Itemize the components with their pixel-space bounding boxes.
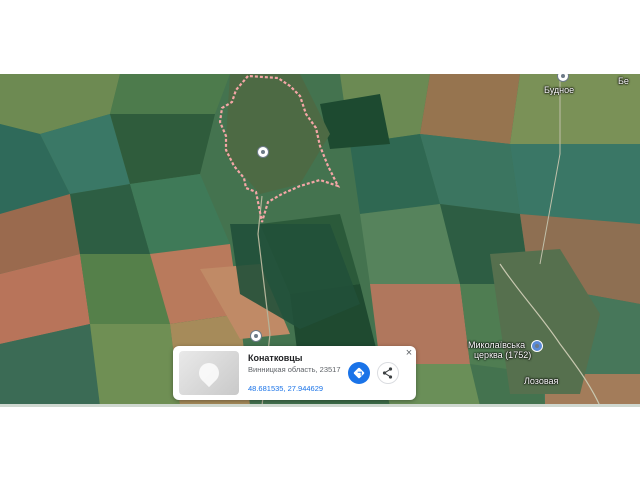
place-photo-thumbnail[interactable] xyxy=(179,351,239,395)
location-pin-icon[interactable] xyxy=(257,146,269,158)
place-address: Винницкая область, 23517 xyxy=(248,365,341,374)
directions-icon xyxy=(353,367,365,379)
place-coordinates[interactable]: 48.681535, 27.944629 xyxy=(248,384,323,393)
photo-placeholder-icon xyxy=(194,358,224,388)
share-icon xyxy=(382,367,393,379)
place-label-lozovaya[interactable]: Лозовая xyxy=(524,376,558,386)
place-label-budnoe[interactable]: Будное xyxy=(544,85,574,95)
place-info-card[interactable]: Конатковцы Винницкая область, 23517 48.6… xyxy=(173,346,416,400)
place-label-corner: Бе xyxy=(618,76,629,86)
place-label-church-line2[interactable]: церква (1752) xyxy=(474,350,531,360)
share-button[interactable] xyxy=(377,362,399,384)
directions-button[interactable] xyxy=(348,362,370,384)
place-label-church-line1[interactable]: Миколаївська xyxy=(468,340,525,350)
dropped-pin-icon[interactable] xyxy=(250,330,262,342)
church-pin-icon[interactable] xyxy=(531,340,543,352)
close-icon[interactable]: × xyxy=(403,347,415,359)
map-footer-strip xyxy=(0,404,640,407)
place-title[interactable]: Конатковцы xyxy=(248,353,302,363)
